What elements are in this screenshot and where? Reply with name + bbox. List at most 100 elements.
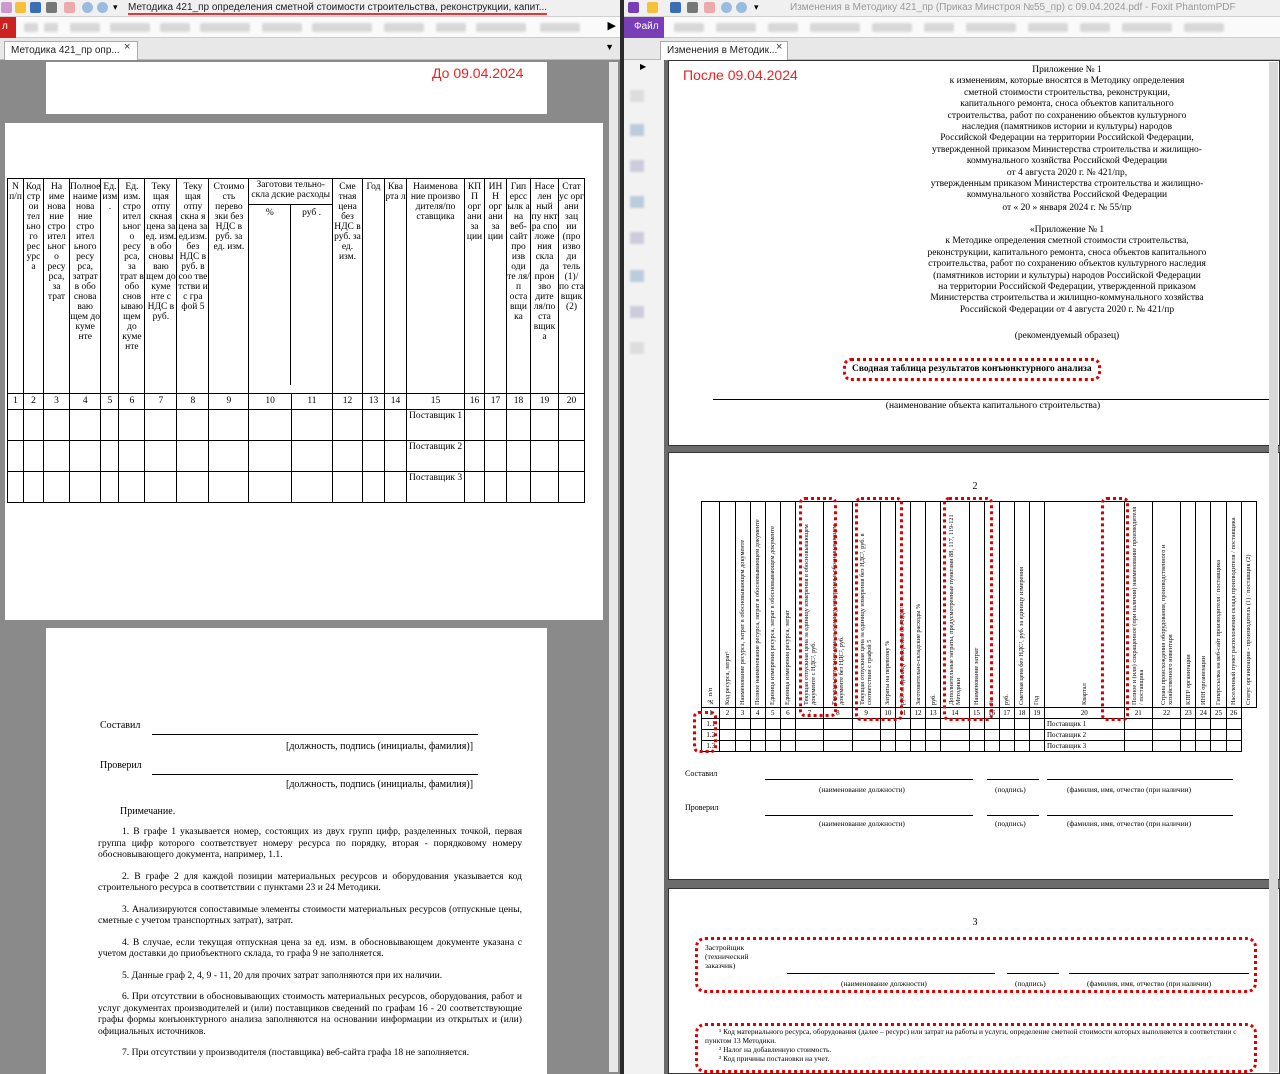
undo-icon[interactable] — [721, 2, 732, 13]
right-row-cell — [925, 729, 942, 741]
left-supplier-cell: Поставщик 2 — [406, 440, 465, 472]
tab-document[interactable]: Методика 421_пр опр... — [4, 41, 138, 60]
ribbon-scroll-arrow[interactable]: ▶ — [608, 19, 616, 32]
right-header-text: Гиперссылка на веб-сайт производителя / … — [1214, 559, 1222, 705]
tab-document[interactable]: Изменения в Методик... — [660, 41, 788, 60]
right-row-cell — [925, 740, 942, 752]
nav-panel: ▶ — [624, 60, 664, 1074]
right-header-text: КПП³ организации — [1184, 654, 1192, 705]
left-header-cell: Код стр ои тел ьно го рес урс а — [23, 178, 44, 394]
close-tab-icon[interactable]: × — [776, 41, 782, 53]
save-icon[interactable] — [30, 2, 41, 13]
right-row-cell — [968, 740, 985, 752]
window-title: Методика 421_пр определения сметной стои… — [128, 2, 548, 15]
right-scrollbar[interactable] — [1269, 62, 1278, 1072]
note-item: 5. Данные граф 2, 4, 9 - 11, 20 для проч… — [122, 969, 443, 981]
left-row-cell — [558, 440, 585, 472]
left-row-cell — [68, 409, 102, 441]
left-header-cell: Теку щая отпу скна я цена за ед.изм. без… — [176, 178, 210, 394]
right-header-cell: Полное наименование ресурса, затрат в об… — [749, 501, 766, 708]
left-row-cell — [23, 409, 44, 441]
appendix-line: строительства, работ по сохранению объек… — [947, 110, 1187, 121]
right-header-cell: Единица измерения ресурса, затрат — [779, 501, 796, 708]
right-row-cell — [1013, 740, 1030, 752]
customize-icon[interactable]: ▾ — [113, 2, 118, 13]
appendix-line: к изменениям, которые вносятся в Методик… — [949, 76, 1185, 87]
left-row-cell — [558, 409, 585, 441]
left-page-top: До 09.04.2024 — [46, 62, 547, 114]
left-num-cell: 9 — [208, 393, 250, 410]
left-row-cell — [176, 471, 210, 503]
left-num-cell: 1 — [7, 393, 24, 410]
after-stamp: После 09.04.2024 — [683, 67, 798, 83]
right-num-cell: 3 — [734, 707, 751, 719]
left-row-cell — [558, 471, 585, 503]
left-row-cell — [332, 409, 363, 441]
right-row-cell — [909, 729, 927, 741]
left-titlebar: ▾ Методика 421_пр определения сметной ст… — [0, 0, 620, 17]
new-icon[interactable] — [64, 2, 75, 13]
undo-icon[interactable] — [82, 2, 93, 13]
left-row-cell — [484, 440, 507, 472]
left-ribbon: л ▶ — [0, 17, 620, 38]
customize-icon[interactable]: ▾ — [754, 2, 759, 13]
left-row-cell — [384, 409, 407, 441]
right-row-cell — [734, 729, 751, 741]
redo-icon[interactable] — [97, 2, 108, 13]
right-row-cell — [1028, 740, 1045, 752]
right-row-cell — [1180, 740, 1197, 752]
highlight-col10 — [855, 497, 903, 721]
right-row-cell — [794, 740, 825, 752]
left-row-cell — [248, 409, 292, 441]
appendix2-line: на территории Российской Федерации, утве… — [938, 282, 1196, 293]
order-date: от « 20 » января 2024 г. № 55/пр — [1002, 203, 1132, 213]
panel-expand-icon[interactable]: ▶ — [640, 62, 646, 71]
left-header-cell: Ед. изм . — [100, 178, 120, 394]
left-row-cell — [464, 409, 485, 441]
open-icon[interactable] — [15, 2, 26, 13]
print-icon[interactable] — [46, 2, 57, 13]
right-row-cell — [1028, 718, 1045, 730]
print-icon[interactable] — [687, 2, 698, 13]
right-row-cell — [823, 729, 853, 741]
line-i — [1069, 973, 1249, 974]
left-row-cell — [176, 409, 210, 441]
right-header-text: Полное и (или) сокращенное (при наличии)… — [1131, 506, 1146, 705]
right-row-cell — [1195, 740, 1212, 752]
right-row-cell — [764, 740, 781, 752]
right-num-cell: 25 — [1210, 707, 1227, 719]
left-num-cell: 2 — [23, 393, 44, 410]
left-row-cell — [43, 471, 70, 503]
pos-hint: (наименование должности) — [819, 785, 905, 794]
right-row-cell — [1013, 718, 1030, 730]
tab-dropdown-icon[interactable]: ▼ — [605, 42, 614, 52]
left-row-cell — [530, 471, 559, 503]
redo-icon[interactable] — [736, 2, 747, 13]
open-icon[interactable] — [647, 2, 658, 13]
right-row-cell — [719, 718, 736, 730]
right-header-text: руб. — [1003, 694, 1011, 705]
left-row-cell — [144, 471, 178, 503]
right-header-cell: руб. — [925, 501, 942, 708]
new-icon[interactable] — [704, 2, 715, 13]
left-scrollbar[interactable] — [609, 62, 618, 1072]
sign-hint: (подпись) — [995, 819, 1026, 828]
right-viewer: ▾ Изменения в Методику 421_пр (Приказ Ми… — [624, 0, 1280, 1074]
ribbon-file-tab[interactable]: л — [0, 17, 16, 38]
right-page-3: 3 Застройщик (технический заказчик) (наи… — [668, 888, 1280, 1074]
file-tab[interactable]: Файл — [624, 17, 664, 38]
sign-hint: (подпись) — [995, 785, 1026, 794]
right-header-cell: Населенный пункт расположения склада про… — [1225, 501, 1242, 708]
left-row-cell — [384, 440, 407, 472]
save-icon[interactable] — [670, 2, 681, 13]
compiled-label: Составил — [100, 720, 141, 731]
left-row-cell — [484, 471, 507, 503]
right-row-cell — [1123, 729, 1153, 741]
right-header-text: Квартал — [1080, 683, 1088, 705]
left-num-cell: 7 — [144, 393, 178, 410]
right-titlebar: ▾ Изменения в Методику 421_пр (Приказ Ми… — [624, 0, 1280, 17]
line-d — [765, 815, 973, 816]
left-num-cell: 11 — [290, 393, 334, 410]
right-row-cell — [983, 740, 1000, 752]
close-tab-icon[interactable]: × — [124, 41, 130, 53]
